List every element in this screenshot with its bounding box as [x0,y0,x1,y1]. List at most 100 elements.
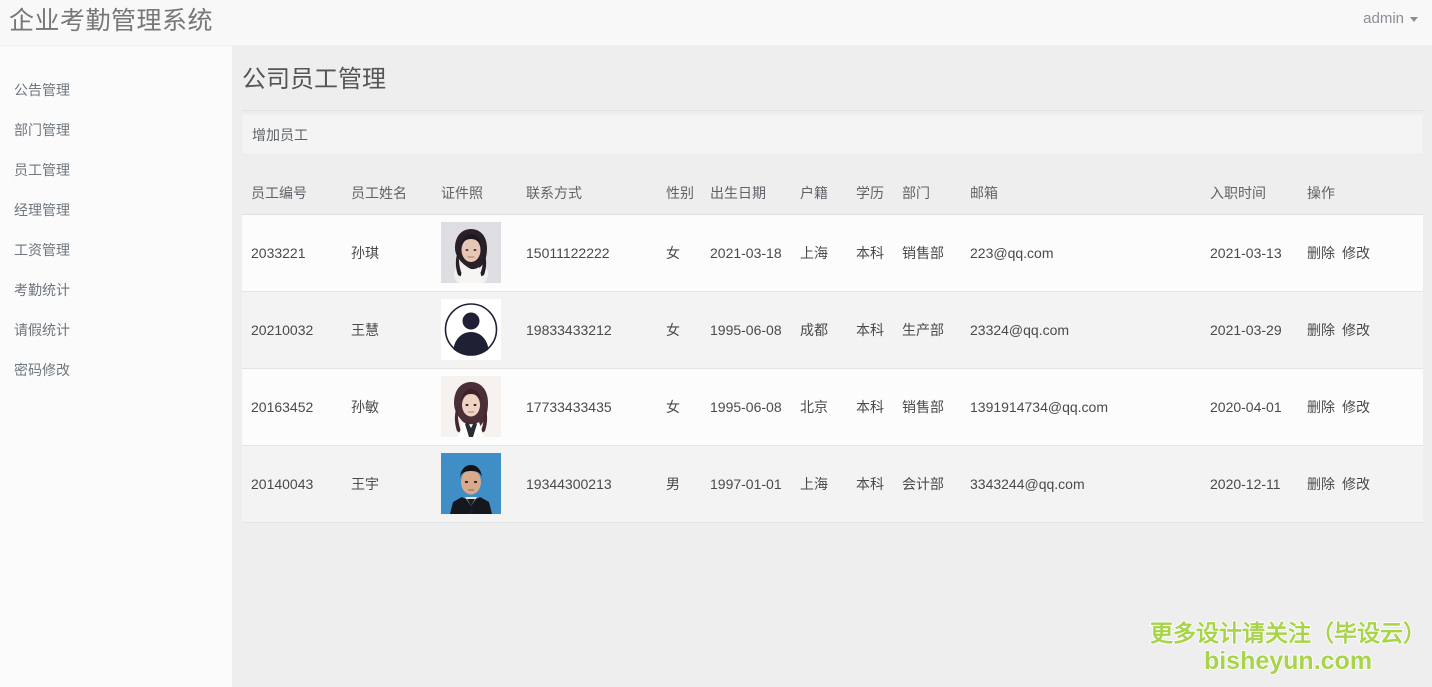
cell-employee-photo [432,368,517,446]
cell-employee-ops: 删除 修改 [1298,291,1423,369]
cell-employee-id: 2033221 [242,214,342,292]
cell-employee-hire: 2020-04-01 [1201,368,1298,446]
cell-employee-name: 孙琪 [342,214,432,292]
employee-photo-portrait-female-gray-icon [441,222,501,283]
sidebar-item-leave-stats[interactable]: 请假统计 [0,310,232,350]
top-header-bar: 企业考勤管理系统 admin [0,0,1432,46]
table-row[interactable]: 20140043 王宇 19344300213 男 1997-01-01 上海 … [242,445,1423,523]
sidebar-item-employee[interactable]: 员工管理 [0,150,232,190]
user-menu[interactable]: admin [1363,10,1418,27]
sidebar-nav: 公告管理 部门管理 员工管理 经理管理 工资管理 考勤统计 请假统计 密码修改 [0,46,233,687]
cell-employee-home: 成都 [791,291,847,369]
column-header-id: 员工编号 [242,172,342,215]
cell-employee-name: 孙敏 [342,368,432,446]
cell-employee-photo [432,291,517,369]
sidebar-item-manager[interactable]: 经理管理 [0,190,232,230]
cell-employee-hire: 2021-03-13 [1201,214,1298,292]
cell-employee-edu: 本科 [847,291,893,369]
employee-photo-portrait-female-white-icon [441,376,501,437]
cell-employee-name: 王宇 [342,445,432,523]
app-brand-title: 企业考勤管理系统 [9,7,214,35]
cell-employee-photo [432,214,517,292]
employee-photo-portrait-male-blue-icon [441,453,501,514]
delete-employee-link[interactable]: 删除 [1307,245,1335,261]
column-header-birth: 出生日期 [701,172,791,215]
employee-photo-default-avatar-icon [441,299,501,360]
cell-employee-phone: 15011122222 [517,214,657,292]
employee-table-body: 2033221 孙琪 15011122222 女 2021-03-18 上海 本… [242,214,1423,523]
table-row[interactable]: 20210032 王慧 19833433212 女 1995-06-08 成都 … [242,291,1423,369]
cell-employee-dept: 销售部 [893,368,961,446]
cell-employee-mail: 1391914734@qq.com [961,368,1201,446]
title-divider [242,110,1423,111]
cell-employee-hire: 2021-03-29 [1201,291,1298,369]
cell-employee-mail: 223@qq.com [961,214,1201,292]
column-header-phone: 联系方式 [517,172,657,215]
edit-employee-link[interactable]: 修改 [1342,476,1370,492]
cell-employee-ops: 删除 修改 [1298,214,1423,292]
cell-employee-name: 王慧 [342,291,432,369]
cell-employee-edu: 本科 [847,445,893,523]
column-header-sex: 性别 [657,172,701,215]
chevron-down-icon [1410,17,1418,22]
cell-employee-id: 20163452 [242,368,342,446]
delete-employee-link[interactable]: 删除 [1307,476,1335,492]
cell-employee-sex: 男 [657,445,701,523]
page-title: 公司员工管理 [242,66,386,93]
sidebar-item-notice[interactable]: 公告管理 [0,70,232,110]
add-employee-button[interactable]: 增加员工 [252,125,308,145]
cell-employee-mail: 3343244@qq.com [961,445,1201,523]
delete-employee-link[interactable]: 删除 [1307,399,1335,415]
table-row[interactable]: 2033221 孙琪 15011122222 女 2021-03-18 上海 本… [242,214,1423,292]
cell-employee-phone: 17733433435 [517,368,657,446]
employee-table-container: 员工编号 员工姓名 证件照 联系方式 性别 出生日期 户籍 学历 部门 邮箱 入… [242,172,1423,523]
cell-employee-birth: 1995-06-08 [701,368,791,446]
table-row[interactable]: 20163452 孙敏 17733433435 女 1995-06-08 北京 … [242,368,1423,446]
cell-employee-edu: 本科 [847,214,893,292]
watermark-line-2: bisheyun.com [1203,646,1373,676]
cell-employee-sex: 女 [657,368,701,446]
cell-employee-home: 北京 [791,368,847,446]
sidebar-item-attendance-stats[interactable]: 考勤统计 [0,270,232,310]
cell-employee-ops: 删除 修改 [1298,368,1423,446]
cell-employee-birth: 1995-06-08 [701,291,791,369]
column-header-name: 员工姓名 [342,172,432,215]
column-header-dept: 部门 [893,172,961,215]
user-menu-label: admin [1363,10,1404,27]
edit-employee-link[interactable]: 修改 [1342,399,1370,415]
delete-employee-link[interactable]: 删除 [1307,322,1335,338]
edit-employee-link[interactable]: 修改 [1342,245,1370,261]
cell-employee-mail: 23324@qq.com [961,291,1201,369]
cell-employee-edu: 本科 [847,368,893,446]
watermark-line-1: 更多设计请关注（毕设云） [1149,619,1427,647]
cell-employee-id: 20140043 [242,445,342,523]
employee-table: 员工编号 员工姓名 证件照 联系方式 性别 出生日期 户籍 学历 部门 邮箱 入… [242,172,1423,523]
column-header-edu: 学历 [847,172,893,215]
table-toolbar: 增加员工 [242,114,1423,154]
cell-employee-dept: 生产部 [893,291,961,369]
column-header-photo: 证件照 [432,172,517,215]
cell-employee-sex: 女 [657,214,701,292]
cell-employee-phone: 19344300213 [517,445,657,523]
sidebar-item-department[interactable]: 部门管理 [0,110,232,150]
cell-employee-dept: 销售部 [893,214,961,292]
cell-employee-birth: 2021-03-18 [701,214,791,292]
cell-employee-phone: 19833433212 [517,291,657,369]
column-header-home: 户籍 [791,172,847,215]
edit-employee-link[interactable]: 修改 [1342,322,1370,338]
cell-employee-home: 上海 [791,214,847,292]
column-header-ops: 操作 [1298,172,1423,215]
cell-employee-sex: 女 [657,291,701,369]
column-header-hire: 入职时间 [1201,172,1298,215]
cell-employee-id: 20210032 [242,291,342,369]
sidebar-item-salary[interactable]: 工资管理 [0,230,232,270]
app-root: 企业考勤管理系统 admin 公告管理 部门管理 员工管理 经理管理 工资管理 … [0,0,1432,687]
cell-employee-birth: 1997-01-01 [701,445,791,523]
sidebar-item-change-password[interactable]: 密码修改 [0,350,232,390]
cell-employee-home: 上海 [791,445,847,523]
table-header-row: 员工编号 员工姓名 证件照 联系方式 性别 出生日期 户籍 学历 部门 邮箱 入… [242,172,1423,215]
column-header-mail: 邮箱 [961,172,1201,215]
cell-employee-hire: 2020-12-11 [1201,445,1298,523]
main-content: 公司员工管理 增加员工 员工编号 员工姓名 证件照 联系方式 性别 出生日期 户… [233,46,1432,687]
cell-employee-photo [432,445,517,523]
